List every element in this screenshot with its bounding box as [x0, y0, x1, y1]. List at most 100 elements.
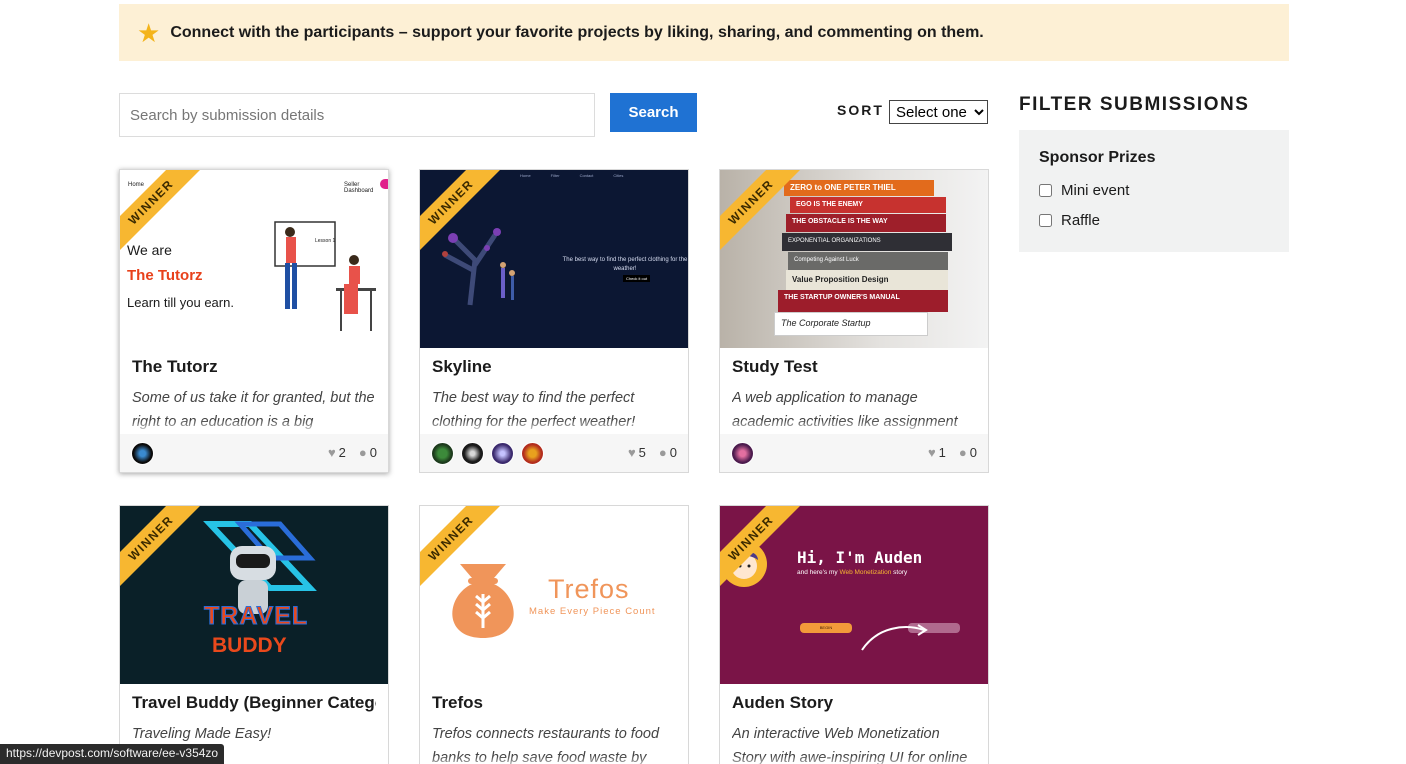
thumb-text: The best way to find the perfect clothin… — [562, 257, 688, 272]
thumb-nav-item: Cities — [613, 173, 624, 178]
mini-event-checkbox[interactable] — [1039, 183, 1052, 197]
thumb-line-2: The Tutorz — [127, 267, 203, 284]
card-title[interactable]: The Tutorz — [132, 357, 376, 379]
star-icon: ★ — [137, 17, 161, 48]
card-stats: ♥ 1 ● 0 — [928, 445, 977, 460]
thumb-line-1: TRAVEL — [203, 602, 309, 631]
avatar[interactable] — [461, 442, 484, 465]
submission-thumbnail[interactable]: WINNER Trefos Make Every Piece Count — [420, 506, 688, 684]
submission-card-skyline[interactable]: WINNER Home Filter Contact Cities The be… — [419, 169, 689, 473]
thumb-nav-pill — [380, 179, 388, 189]
likes-stat[interactable]: ♥ 1 — [928, 445, 946, 460]
comment-icon: ● — [958, 445, 967, 460]
filter-option-raffle[interactable]: Raffle — [1039, 205, 1269, 235]
thumb-nav: Home Filter Contact Cities — [520, 173, 623, 178]
thumb-sub-prefix: and here's my — [797, 569, 838, 576]
filter-title: FILTER SUBMISSIONS — [1019, 94, 1250, 115]
submission-card-auden-story[interactable]: WINNER Hi, I'm Auden and here's my Web M… — [719, 505, 989, 764]
avatar[interactable] — [431, 442, 454, 465]
thumb-nav-item: Filter — [550, 173, 560, 178]
submission-thumbnail[interactable]: WINNER Hi, I'm Auden and here's my Web M… — [720, 506, 988, 684]
heart-icon: ♥ — [927, 445, 936, 460]
sack-icon — [452, 564, 514, 638]
drag-arrow-icon — [861, 624, 928, 651]
thumb-board-text: Lesson 1 — [315, 238, 336, 244]
card-footer: ♥ 1 ● 0 — [720, 434, 988, 472]
card-title[interactable]: Study Test — [732, 357, 976, 379]
winner-ribbon: WINNER — [120, 506, 206, 593]
card-title[interactable]: Auden Story — [732, 693, 976, 715]
avatar[interactable] — [731, 442, 754, 465]
thumb-sub-suffix: story — [893, 569, 908, 576]
avatar[interactable] — [491, 442, 514, 465]
teacher-illustration — [274, 221, 376, 331]
book-spine: THE STARTUP OWNER'S MANUAL — [778, 290, 948, 312]
book-spine: Competing Against Luck — [788, 252, 948, 270]
avatar[interactable] — [131, 442, 154, 465]
card-tagline: An interactive Web Monetization Story wi… — [732, 722, 976, 764]
comments-stat[interactable]: ● 0 — [359, 445, 377, 460]
submission-card-travel-buddy[interactable]: WINNER TRAVEL BUDDY Travel Buddy (Beginn… — [119, 505, 389, 764]
thumb-line-2: BUDDY — [212, 634, 287, 657]
submission-card-study-test[interactable]: WINNER ZERO to ONE PETER THIEL EGO IS TH… — [719, 169, 989, 473]
submission-thumbnail[interactable]: WINNER Home Seller Dashboard We are The … — [120, 170, 388, 348]
comment-icon: ● — [358, 445, 367, 460]
book-spine: Value Proposition Design — [786, 270, 948, 290]
comment-icon: ● — [658, 445, 667, 460]
card-footer: ♥ 5 ● 0 — [420, 434, 688, 472]
thumb-brand-name: Trefos — [548, 574, 630, 604]
thumb-nav-home: Home — [128, 182, 145, 188]
comments-stat[interactable]: ● 0 — [959, 445, 977, 460]
card-title[interactable]: Trefos — [432, 693, 676, 715]
search-button[interactable]: Search — [610, 93, 697, 132]
filter-option-mini-event[interactable]: Mini event — [1039, 175, 1269, 205]
book-spine: The Corporate Startup — [774, 312, 928, 336]
raffle-checkbox[interactable] — [1039, 213, 1052, 227]
thumb-cta: Check it out — [623, 275, 651, 282]
submission-card-the-tutorz[interactable]: WINNER Home Seller Dashboard We are The … — [119, 169, 389, 473]
filter-option-label: Mini event — [1061, 181, 1130, 199]
avatar[interactable] — [521, 442, 544, 465]
submission-thumbnail[interactable]: WINNER TRAVEL BUDDY — [120, 506, 388, 684]
search-input[interactable] — [119, 93, 595, 137]
book-spine: EXPONENTIAL ORGANIZATIONS — [782, 233, 952, 251]
comments-count: 0 — [669, 445, 677, 460]
banner-message: Connect with the participants – support … — [170, 23, 984, 41]
thumb-nav-item: Home — [520, 173, 531, 178]
comments-count: 0 — [369, 445, 377, 460]
thumb-slogan: Make Every Piece Count — [529, 606, 656, 617]
thumb-heading: Hi, I'm Auden — [797, 548, 923, 567]
sort-select[interactable]: Select one — [889, 100, 988, 124]
filter-option-label: Raffle — [1061, 211, 1100, 229]
book-spine: ZERO to ONE PETER THIEL — [784, 180, 934, 196]
likes-count: 5 — [638, 445, 646, 460]
thumb-line-3: Learn till you earn. — [127, 295, 234, 310]
card-tagline: The best way to find the perfect clothin… — [432, 386, 676, 434]
submission-thumbnail[interactable]: WINNER ZERO to ONE PETER THIEL EGO IS TH… — [720, 170, 988, 348]
likes-stat[interactable]: ♥ 5 — [628, 445, 646, 460]
thumb-line-1: We are — [127, 242, 172, 258]
comments-stat[interactable]: ● 0 — [659, 445, 677, 460]
card-tagline: Some of us take it for granted, but the … — [132, 386, 376, 434]
card-footer: ♥ 2 ● 0 — [120, 434, 388, 472]
card-title[interactable]: Skyline — [432, 357, 676, 379]
submission-thumbnail[interactable]: WINNER Home Filter Contact Cities The be… — [420, 170, 688, 348]
sort-label: SORT — [837, 102, 884, 118]
card-stats: ♥ 5 ● 0 — [628, 445, 677, 460]
likes-stat[interactable]: ♥ 2 — [328, 445, 346, 460]
likes-count: 1 — [938, 445, 946, 460]
heart-icon: ♥ — [627, 445, 636, 460]
status-bar-url: https://devpost.com/software/ee-v354zo — [0, 744, 225, 764]
thumb-begin-tag: BEGIN — [800, 623, 852, 633]
submission-card-trefos[interactable]: WINNER Trefos Make Every Piece Count Tre… — [419, 505, 689, 764]
heart-icon: ♥ — [327, 445, 336, 460]
comments-count: 0 — [969, 445, 977, 460]
card-stats: ♥ 2 ● 0 — [328, 445, 377, 460]
filter-group-title: Sponsor Prizes — [1039, 149, 1156, 166]
card-title[interactable]: Travel Buddy (Beginner Category) — [132, 693, 376, 715]
book-spine: THE OBSTACLE IS THE WAY — [786, 214, 946, 232]
card-tagline: A web application to manage academic act… — [732, 386, 976, 434]
thumb-nav-item: Contact — [579, 173, 594, 178]
info-banner: ★ Connect with the participants – suppor… — [119, 4, 1289, 61]
thumb-subheading: and here's my Web Monetization story — [797, 569, 907, 576]
